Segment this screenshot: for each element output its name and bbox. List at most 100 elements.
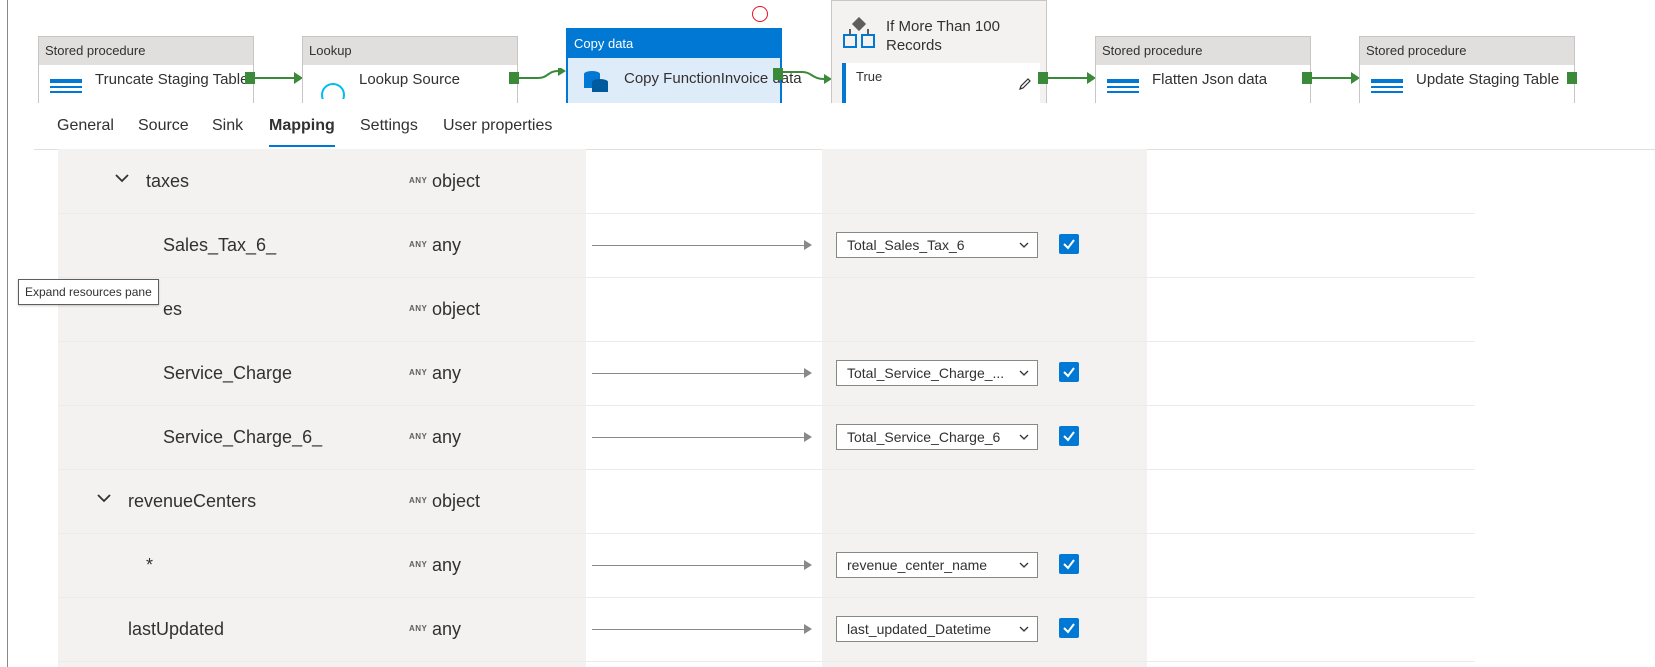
case-label: True	[856, 69, 883, 84]
mapping-arrow	[592, 245, 804, 246]
sink-column-value: Total_Service_Charge_...	[847, 365, 1005, 381]
mapping-arrow	[592, 437, 804, 438]
chevron-down-icon	[1019, 370, 1029, 376]
left-border	[0, 0, 8, 667]
source-type: any	[432, 555, 462, 575]
chevron-down-icon	[1019, 626, 1029, 632]
type-badge: ANY	[409, 432, 428, 441]
edit-pencil-icon[interactable]	[1018, 77, 1032, 91]
mapping-arrow-head	[804, 240, 812, 250]
chevron-down-icon	[1019, 434, 1029, 440]
tab-sink[interactable]: Sink	[212, 103, 243, 149]
mapping-row: Sales_Tax_6_ ANY any Total_Sales_Tax_6	[58, 213, 1475, 278]
type-badge: ANY	[409, 496, 428, 505]
include-checkbox[interactable]	[1059, 426, 1079, 446]
mapping-row: Service_Charge ANY any Total_Service_Cha…	[58, 341, 1475, 406]
source-column-name: lastUpdated	[128, 619, 225, 639]
mapping-arrow-head	[804, 368, 812, 378]
checkmark-icon	[1063, 239, 1075, 250]
activity-type: Copy data	[568, 30, 780, 58]
sink-column-dropdown[interactable]: Total_Service_Charge_6	[836, 424, 1038, 450]
connector-curve	[518, 68, 566, 79]
activity-copy-data[interactable]: Copy data Copy FunctionInvoice data	[566, 28, 802, 103]
activity-name: Update Staging Table	[1416, 71, 1560, 88]
sink-column-value: Total_Sales_Tax_6	[847, 237, 965, 253]
mapping-arrow-head	[804, 624, 812, 634]
activity-type: Stored procedure	[1096, 37, 1310, 65]
mapping-arrow-head	[804, 560, 812, 570]
source-column-name: *	[146, 555, 154, 575]
source-column-name: Service_Charge	[163, 363, 293, 383]
source-type: any	[432, 427, 462, 447]
mapping-arrow	[592, 629, 804, 630]
output-port[interactable]	[1567, 72, 1577, 84]
source-type: object	[432, 299, 481, 319]
connector-line	[1311, 77, 1351, 79]
tab-mapping[interactable]: Mapping	[269, 103, 335, 149]
source-type: any	[432, 235, 462, 255]
type-badge: ANY	[409, 304, 428, 313]
include-checkbox[interactable]	[1059, 362, 1079, 382]
activity-type: Stored procedure	[1360, 37, 1574, 65]
activity-flatten-json[interactable]: Stored procedure Flatten Json data	[1095, 36, 1311, 103]
connector-curve	[782, 71, 832, 84]
checkmark-icon	[1063, 623, 1075, 634]
if-condition-icon	[843, 17, 875, 48]
include-checkbox[interactable]	[1059, 618, 1079, 638]
source-type: any	[432, 619, 462, 639]
mapping-row: Service_Charge_6_ ANY any Total_Service_…	[58, 405, 1475, 470]
pipeline-canvas[interactable]: Stored procedure Truncate Staging Table …	[8, 0, 1655, 103]
type-badge: ANY	[409, 560, 428, 569]
source-type: any	[432, 363, 462, 383]
source-column-name: revenueCenters	[128, 491, 257, 511]
source-column-name: taxes	[146, 171, 190, 191]
stored-procedure-icon	[50, 79, 82, 93]
activity-truncate-staging[interactable]: Stored procedure Truncate Staging Table	[38, 36, 254, 103]
tab-general[interactable]: General	[57, 103, 114, 149]
chevron-down-icon[interactable]	[115, 171, 129, 185]
type-badge: ANY	[409, 176, 428, 185]
chevron-down-icon	[1019, 242, 1029, 248]
activity-name: Lookup Source	[359, 71, 460, 88]
tab-source[interactable]: Source	[138, 103, 189, 149]
mapping-grid: taxes ANY object Sales_Tax_6_ ANY any To…	[58, 149, 1475, 667]
tab-user-properties[interactable]: User properties	[443, 103, 552, 149]
sink-column-dropdown[interactable]: Total_Service_Charge_...	[836, 360, 1038, 386]
stored-procedure-icon	[1107, 79, 1139, 93]
checkmark-icon	[1063, 559, 1075, 570]
connector-line	[254, 77, 294, 79]
mapping-row: es ANY object	[58, 277, 1475, 342]
chevron-down-icon	[1019, 562, 1029, 568]
checkmark-icon	[1063, 367, 1075, 378]
type-badge: ANY	[409, 240, 428, 249]
activity-name: Truncate Staging Table	[95, 71, 249, 88]
copy-data-icon	[584, 71, 608, 92]
sink-column-dropdown[interactable]: revenue_center_name	[836, 552, 1038, 578]
sink-column-dropdown[interactable]: last_updated_Datetime	[836, 616, 1038, 642]
sink-column-dropdown[interactable]: Total_Sales_Tax_6	[836, 232, 1038, 258]
activity-name: Flatten Json data	[1152, 71, 1268, 88]
expand-resources-tooltip: Expand resources pane	[18, 279, 159, 305]
mapping-arrow-head	[804, 432, 812, 442]
lookup-icon	[321, 83, 345, 99]
sink-column-value: Total_Service_Charge_6	[847, 429, 1001, 445]
activity-type: Stored procedure	[39, 37, 253, 65]
error-indicator-icon[interactable]	[752, 6, 768, 22]
activity-name: If More Than 100 Records	[886, 18, 1000, 54]
stored-procedure-icon	[1371, 79, 1403, 93]
source-type: object	[432, 171, 481, 191]
include-checkbox[interactable]	[1059, 554, 1079, 574]
activity-lookup[interactable]: Lookup Lookup Source	[302, 36, 518, 103]
checkmark-icon	[1063, 431, 1075, 442]
include-checkbox[interactable]	[1059, 234, 1079, 254]
tab-settings[interactable]: Settings	[360, 103, 418, 149]
activity-if-condition[interactable]: If More Than 100 Records True	[831, 0, 1047, 103]
sink-column-value: last_updated_Datetime	[847, 621, 991, 637]
source-column-name: Sales_Tax_6_	[163, 235, 277, 255]
activity-update-staging[interactable]: Stored procedure Update Staging Table	[1359, 36, 1575, 103]
true-case-box[interactable]: True	[842, 63, 1040, 103]
type-badge: ANY	[409, 368, 428, 377]
mapping-row: revenueCenters ANY object	[58, 469, 1475, 534]
mapping-row: * ANY any revenue_center_name	[58, 533, 1475, 598]
chevron-down-icon[interactable]	[97, 491, 111, 505]
